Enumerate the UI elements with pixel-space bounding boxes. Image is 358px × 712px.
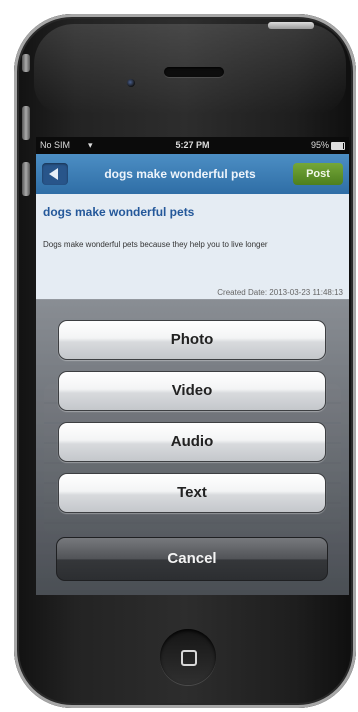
battery-icon — [331, 142, 345, 150]
phone-screen: No SIM ▾ 5:27 PM 95% dogs make wonderful… — [36, 137, 349, 595]
status-bar: No SIM ▾ 5:27 PM 95% — [36, 137, 349, 154]
mute-switch — [22, 54, 30, 72]
sleep-button — [268, 22, 314, 29]
text-option-button[interactable]: Text — [58, 473, 326, 513]
audio-option-button[interactable]: Audio — [58, 422, 326, 462]
battery-percent: 95% — [310, 140, 329, 150]
post-body: Dogs make wonderful pets because they he… — [43, 240, 268, 249]
post-created-date: Created Date: 2013-03-23 11:48:13 — [217, 288, 343, 297]
volume-up-button — [22, 106, 30, 140]
status-time: 5:27 PM — [175, 140, 210, 150]
video-option-button[interactable]: Video — [58, 371, 326, 411]
navigation-bar: dogs make wonderful pets Post — [36, 154, 349, 194]
home-button[interactable] — [160, 629, 216, 685]
back-arrow-icon — [49, 168, 58, 180]
photo-option-button[interactable]: Photo — [58, 320, 326, 360]
cancel-button[interactable]: Cancel — [56, 537, 328, 581]
back-button[interactable] — [42, 163, 68, 185]
home-square-icon — [181, 650, 197, 666]
volume-down-button — [22, 162, 30, 196]
post-button[interactable]: Post — [293, 163, 343, 185]
front-camera — [127, 79, 135, 87]
action-sheet: Photo Video Audio Text Cancel — [36, 299, 349, 595]
earpiece-speaker — [164, 67, 224, 77]
nav-title: dogs make wonderful pets — [104, 167, 256, 181]
post-title: dogs make wonderful pets — [43, 205, 195, 219]
